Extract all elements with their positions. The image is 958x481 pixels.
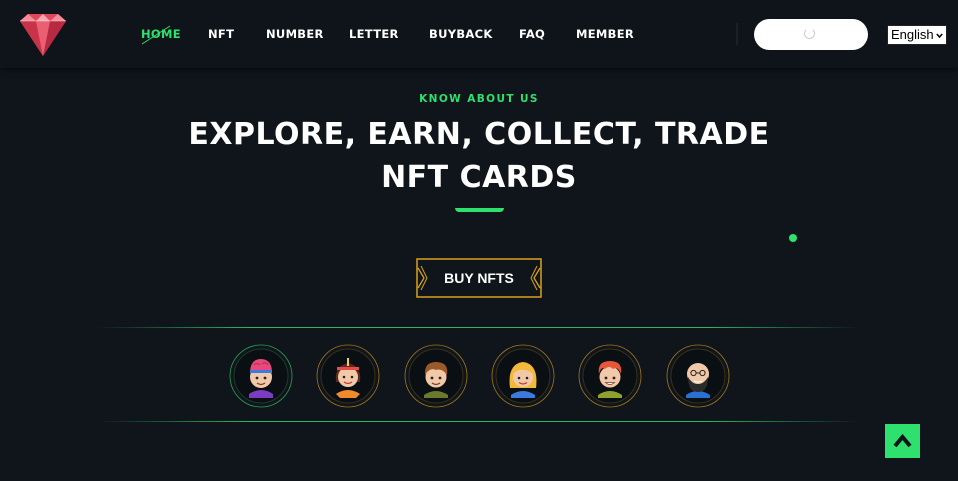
buy-nfts-button[interactable]: BUY NFTS [416,258,542,298]
buy-nfts-label: BUY NFTS [444,270,514,286]
avatar-brain-head-icon[interactable] [229,344,293,408]
headline-line-1: EXPLORE, EARN, COLLECT, TRADE [188,117,770,152]
chevron-up-icon [893,433,912,448]
nav-member[interactable]: MEMBER [576,27,634,41]
header-divider [736,23,738,45]
nav-home[interactable]: HOME [141,27,181,41]
top-navbar: HOME NFT NUMBER LETTER BUYBACK FAQ MEMBE… [0,0,958,68]
language-select[interactable]: English [887,25,947,45]
nav-letter[interactable]: LETTER [349,27,399,41]
headline-line-2: NFT CARDS [381,160,577,195]
divider-line-bottom [97,421,861,422]
avatar-girl-headband-icon[interactable] [316,344,380,408]
decorative-dot [789,234,797,242]
connect-wallet-button[interactable] [754,19,868,50]
scroll-to-top-button[interactable] [885,424,920,458]
divider-line-top [97,327,861,328]
nav-number[interactable]: NUMBER [266,27,324,41]
nav-faq[interactable]: FAQ [519,27,545,41]
avatar-brown-hair-boy-icon[interactable] [404,344,468,408]
chevron-down-icon [936,33,943,39]
avatar-bald-beard-man-icon[interactable] [666,344,730,408]
hero-headline: EXPLORE, EARN, COLLECT, TRADE NFT CARDS [0,113,958,199]
ruby-diamond-logo-icon[interactable] [14,12,72,58]
title-underline [455,208,504,212]
avatar-blonde-girl-icon[interactable] [491,344,555,408]
nav-buyback[interactable]: BUYBACK [429,27,493,41]
nav-nft[interactable]: NFT [208,27,234,41]
spinner-icon [804,28,815,39]
section-eyebrow: KNOW ABOUT US [419,93,539,105]
avatar-red-hair-boy-icon[interactable] [578,344,642,408]
language-selected-value: English [891,27,934,42]
